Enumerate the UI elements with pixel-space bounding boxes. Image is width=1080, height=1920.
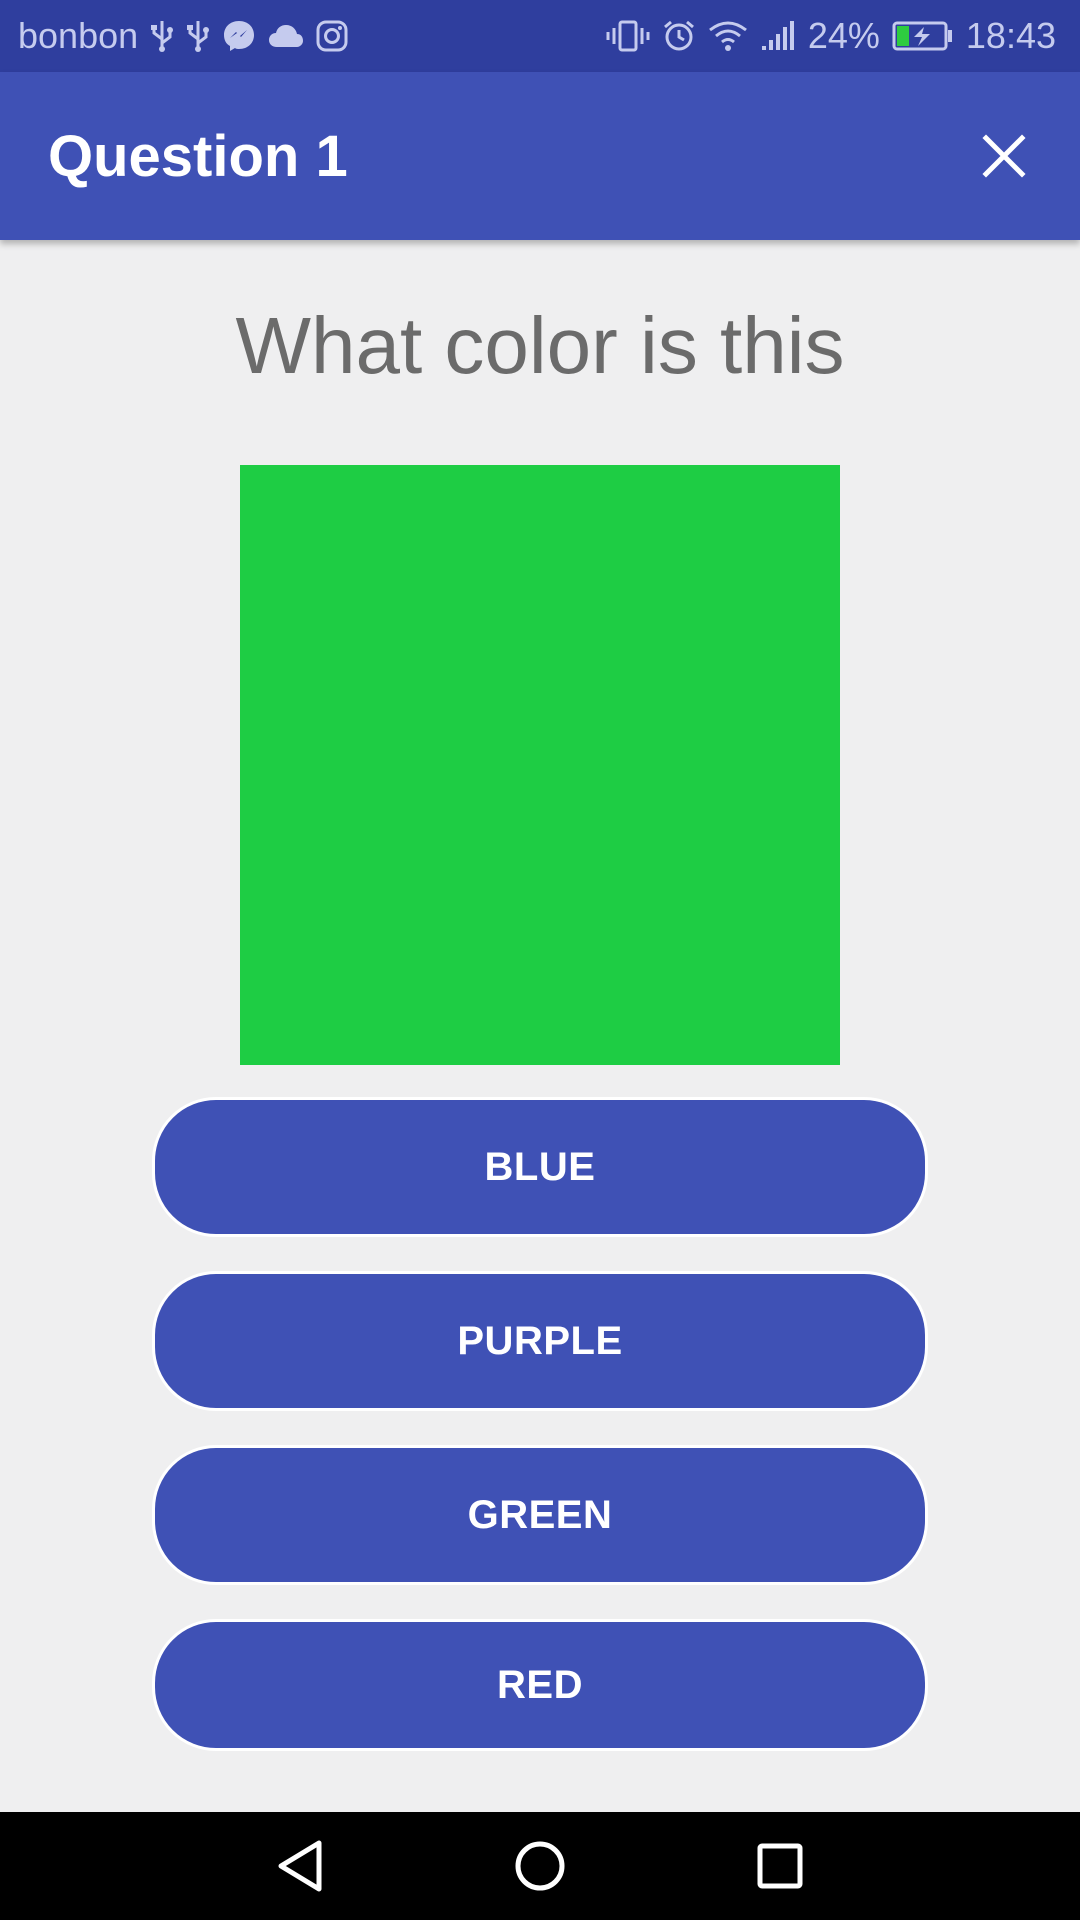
battery-percent: 24%: [807, 15, 880, 56]
answer-button-red[interactable]: RED: [152, 1619, 928, 1751]
home-button[interactable]: [510, 1836, 570, 1896]
instagram-icon: [316, 20, 348, 52]
status-bar-left: bonbon: [18, 15, 348, 57]
answer-button-purple[interactable]: PURPLE: [152, 1271, 928, 1411]
usb-icon: [150, 19, 174, 53]
alarm-icon: [662, 19, 696, 53]
signal-icon: [760, 20, 796, 52]
answer-button-blue[interactable]: BLUE: [152, 1097, 928, 1237]
app-bar: Question 1: [0, 72, 1080, 240]
answer-button-green[interactable]: GREEN: [152, 1445, 928, 1585]
recents-button[interactable]: [750, 1836, 810, 1896]
battery-charging-icon: [892, 21, 954, 51]
answer-list: BLUE PURPLE GREEN RED: [152, 1097, 928, 1751]
messenger-icon: [222, 19, 256, 53]
back-button[interactable]: [270, 1836, 330, 1896]
close-button[interactable]: [972, 124, 1036, 188]
vibrate-icon: [606, 19, 650, 53]
clock: 18:43: [965, 15, 1056, 56]
home-icon: [515, 1841, 565, 1891]
color-swatch: [240, 465, 840, 1065]
page-title: Question 1: [48, 123, 348, 189]
navigation-bar: [0, 1812, 1080, 1920]
cloud-icon: [268, 23, 304, 49]
close-icon: [982, 134, 1026, 178]
status-bar-right: 24% 18:43: [606, 15, 1056, 57]
wifi-icon: [708, 20, 748, 52]
carrier-name: bonbon: [18, 15, 139, 56]
usb-icon: [186, 19, 210, 53]
question-text: What color is this: [235, 301, 845, 390]
status-bar: bonbon 24% 18:43: [0, 0, 1080, 72]
back-icon: [278, 1840, 322, 1892]
recents-icon: [757, 1843, 803, 1889]
